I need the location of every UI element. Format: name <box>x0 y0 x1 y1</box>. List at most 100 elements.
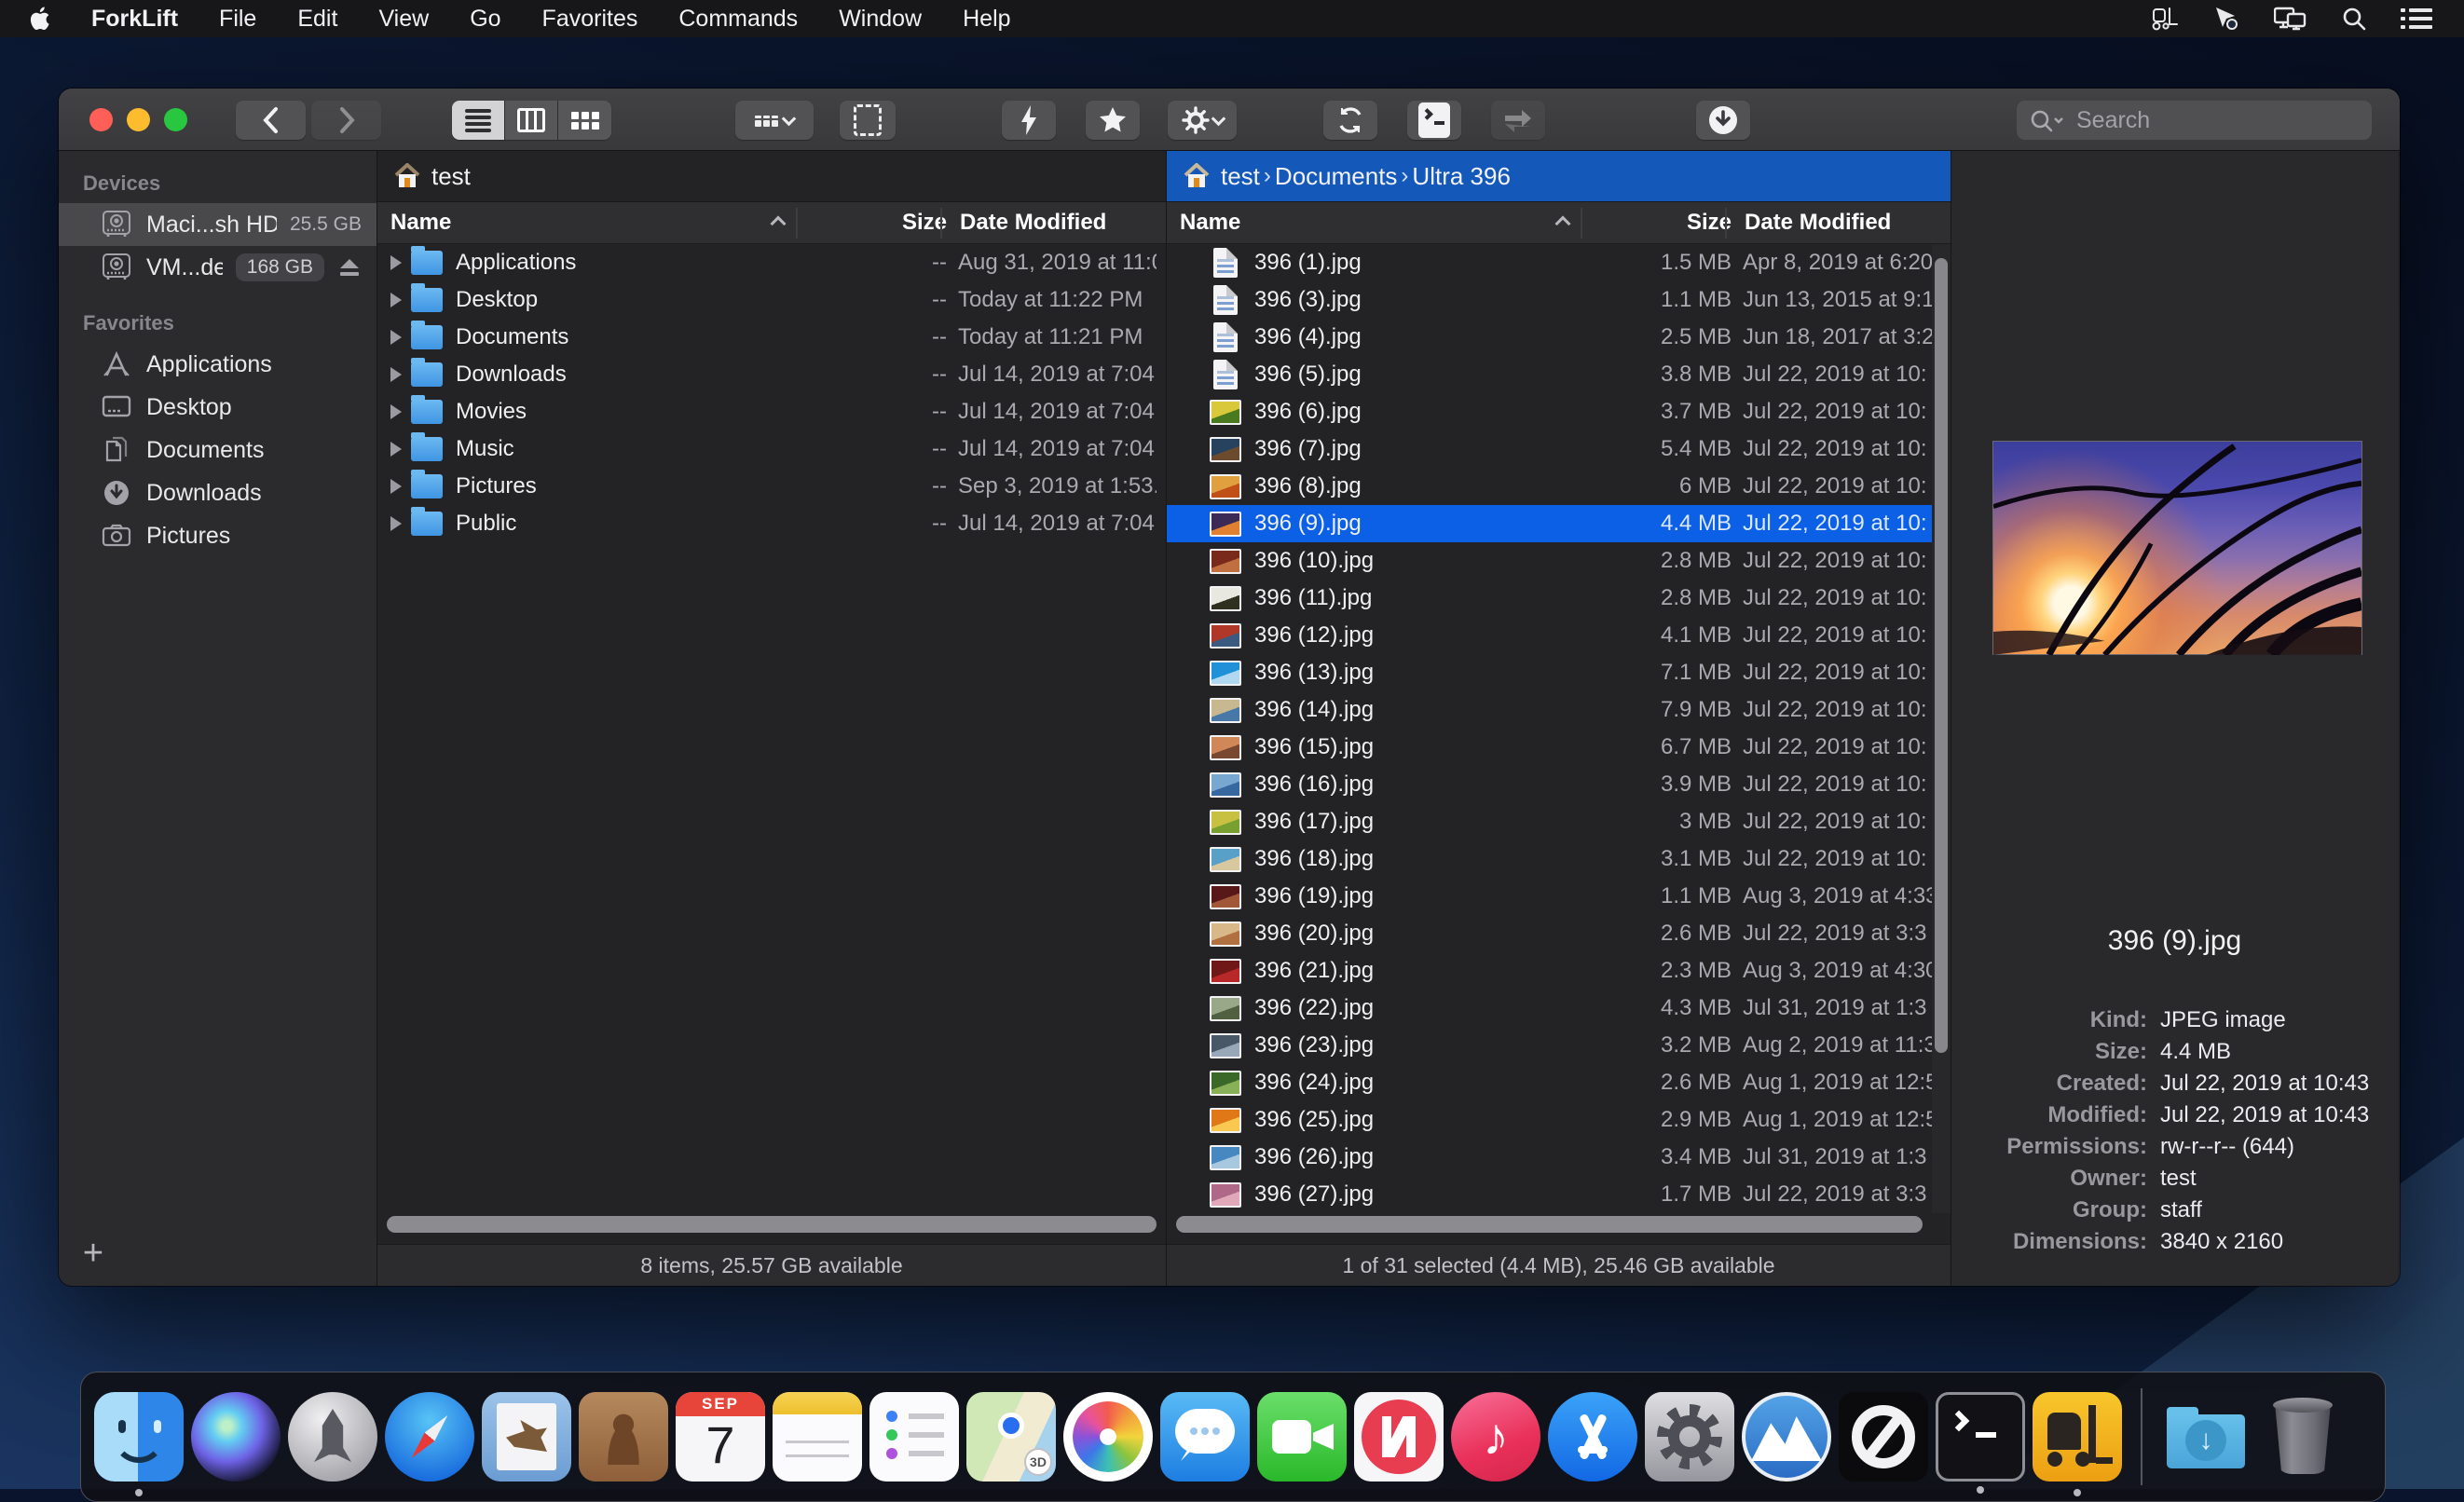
dock-forklift-icon[interactable] <box>2033 1392 2122 1482</box>
column-header-size[interactable]: Size <box>807 210 947 236</box>
file-row[interactable]: 396 (23).jpg3.2 MBAug 2, 2019 at 11:3 <box>1167 1027 1951 1064</box>
file-row[interactable]: 396 (10).jpg2.8 MBJul 22, 2019 at 10: <box>1167 542 1951 580</box>
file-row[interactable]: 396 (26).jpg3.4 MBJul 31, 2019 at 1:3 <box>1167 1139 1951 1176</box>
add-favorite-button[interactable]: + <box>77 1239 109 1271</box>
dock-trash-icon[interactable] <box>2258 1392 2348 1482</box>
dock-notes-icon[interactable] <box>773 1392 862 1482</box>
folder-row[interactable]: Documents--Today at 11:21 PM <box>377 319 1166 356</box>
file-row[interactable]: 396 (7).jpg5.4 MBJul 22, 2019 at 10: <box>1167 430 1951 468</box>
actions-button[interactable] <box>1168 101 1237 140</box>
horizontal-scrollbar[interactable] <box>1176 1216 1923 1233</box>
close-button[interactable] <box>89 108 113 131</box>
menu-view[interactable]: View <box>378 6 429 33</box>
dock-maps-icon[interactable]: 3D <box>966 1392 1056 1482</box>
terminal-button[interactable] <box>1407 101 1461 140</box>
forward-button[interactable] <box>311 101 381 140</box>
file-row[interactable]: 396 (17).jpg3 MBJul 22, 2019 at 10: <box>1167 803 1951 840</box>
left-path-bar[interactable]: test <box>377 151 1166 202</box>
dock-peaks-icon[interactable] <box>1742 1392 1831 1482</box>
dock-downloads-folder-icon[interactable]: ↓ <box>2161 1392 2251 1482</box>
file-row[interactable]: 396 (13).jpg7.1 MBJul 22, 2019 at 10: <box>1167 654 1951 691</box>
file-row[interactable]: 396 (4).jpg2.5 MBJun 18, 2017 at 3:2 <box>1167 319 1951 356</box>
dock-itunes-icon[interactable]: ♪ <box>1451 1392 1540 1482</box>
favorites-button[interactable] <box>1086 101 1140 140</box>
dock-launchpad-icon[interactable] <box>288 1392 377 1482</box>
file-row[interactable]: 396 (22).jpg4.3 MBJul 31, 2019 at 1:3 <box>1167 990 1951 1027</box>
menu-app-name[interactable]: ForkLift <box>91 6 178 33</box>
back-button[interactable] <box>236 101 306 140</box>
file-row[interactable]: 396 (8).jpg6 MBJul 22, 2019 at 10: <box>1167 468 1951 505</box>
dock-appstore-icon[interactable] <box>1548 1392 1637 1482</box>
search-input[interactable] <box>2017 101 2372 140</box>
list-menu-icon[interactable] <box>2401 7 2432 31</box>
icon-view-button[interactable] <box>558 101 611 140</box>
spotlight-icon[interactable] <box>2341 6 2367 32</box>
menu-file[interactable]: File <box>219 6 256 33</box>
horizontal-scrollbar[interactable] <box>387 1216 1157 1233</box>
forklift-menu-icon[interactable] <box>2151 6 2179 32</box>
eject-icon[interactable] <box>337 257 362 278</box>
dock-calendar-icon[interactable]: SEP7 <box>676 1392 765 1482</box>
select-button[interactable] <box>840 101 896 140</box>
column-view-button[interactable] <box>505 101 558 140</box>
sync-button[interactable] <box>1323 101 1377 140</box>
folder-row[interactable]: Pictures--Sep 3, 2019 at 1:53... <box>377 468 1166 505</box>
folder-row[interactable]: Applications--Aug 31, 2019 at 11:0. <box>377 244 1166 281</box>
column-header-date[interactable]: Date Modified <box>947 210 1157 236</box>
sidebar-item-downloads[interactable]: Downloads <box>59 471 376 514</box>
sidebar-item-documents[interactable]: Documents <box>59 429 376 471</box>
folder-row[interactable]: Movies--Jul 14, 2019 at 7:04... <box>377 393 1166 430</box>
file-row[interactable]: 396 (25).jpg2.9 MBAug 1, 2019 at 12:5 <box>1167 1101 1951 1139</box>
quick-actions-button[interactable] <box>1002 101 1056 140</box>
file-row[interactable]: 396 (19).jpg1.1 MBAug 3, 2019 at 4:33 <box>1167 878 1951 915</box>
file-row[interactable]: 396 (27).jpg1.7 MBJul 22, 2019 at 3:3 <box>1167 1176 1951 1213</box>
dock-contacts-icon[interactable] <box>579 1392 668 1482</box>
activity-button[interactable] <box>1696 101 1750 140</box>
file-row[interactable]: 396 (16).jpg3.9 MBJul 22, 2019 at 10: <box>1167 766 1951 803</box>
sidebar-item-desktop[interactable]: Desktop <box>59 386 376 429</box>
sidebar-item-applications[interactable]: Applications <box>59 343 376 386</box>
file-row[interactable]: 396 (11).jpg2.8 MBJul 22, 2019 at 10: <box>1167 580 1951 617</box>
menu-window[interactable]: Window <box>839 6 922 33</box>
right-path-bar[interactable]: test›Documents›Ultra 396 <box>1167 151 1951 202</box>
transfer-button[interactable] <box>1491 101 1545 140</box>
menu-edit[interactable]: Edit <box>297 6 337 33</box>
breadcrumb-segment[interactable]: Ultra 396 <box>1412 162 1511 191</box>
file-row[interactable]: 396 (12).jpg4.1 MBJul 22, 2019 at 10: <box>1167 617 1951 654</box>
dock-safari-icon[interactable] <box>385 1392 474 1482</box>
file-row[interactable]: 396 (3).jpg1.1 MBJun 13, 2015 at 9:1 <box>1167 281 1951 319</box>
sidebar-device-volume[interactable]: VM...ders 168 GB <box>59 246 376 289</box>
dock-messages-icon[interactable] <box>1160 1392 1250 1482</box>
file-row[interactable]: 396 (15).jpg6.7 MBJul 22, 2019 at 10: <box>1167 729 1951 766</box>
dock-mail-icon[interactable] <box>482 1392 571 1482</box>
file-row[interactable]: 396 (9).jpg4.4 MBJul 22, 2019 at 10: <box>1167 505 1951 542</box>
file-row[interactable]: 396 (14).jpg7.9 MBJul 22, 2019 at 10: <box>1167 691 1951 729</box>
zoom-button[interactable] <box>164 108 187 131</box>
breadcrumb-segment[interactable]: test <box>1221 162 1260 191</box>
menu-go[interactable]: Go <box>470 6 500 33</box>
dock-finder-icon[interactable] <box>94 1392 184 1482</box>
folder-row[interactable]: Downloads--Jul 14, 2019 at 7:04... <box>377 356 1166 393</box>
column-header-name[interactable]: Name <box>377 210 807 236</box>
folder-row[interactable]: Public--Jul 14, 2019 at 7:04... <box>377 505 1166 542</box>
apple-menu-icon[interactable] <box>28 6 50 32</box>
dock-terminal-icon[interactable] <box>1936 1392 2025 1482</box>
disclosure-triangle-icon[interactable] <box>390 255 402 270</box>
column-header-date[interactable]: Date Modified <box>1732 210 1941 236</box>
menu-help[interactable]: Help <box>963 6 1010 33</box>
column-header-size[interactable]: Size <box>1592 210 1732 236</box>
dock-facetime-icon[interactable] <box>1257 1392 1347 1482</box>
dock-reminders-icon[interactable] <box>869 1392 959 1482</box>
breadcrumb-segment[interactable]: test <box>431 162 471 191</box>
dock-news-icon[interactable] <box>1354 1392 1444 1482</box>
file-row[interactable]: 396 (1).jpg1.5 MBApr 8, 2019 at 6:20 <box>1167 244 1951 281</box>
file-row[interactable]: 396 (20).jpg2.6 MBJul 22, 2019 at 3:3 <box>1167 915 1951 952</box>
file-row[interactable]: 396 (21).jpg2.3 MBAug 3, 2019 at 4:30 <box>1167 952 1951 990</box>
file-row[interactable]: 396 (6).jpg3.7 MBJul 22, 2019 at 10: <box>1167 393 1951 430</box>
file-row[interactable]: 396 (5).jpg3.8 MBJul 22, 2019 at 10: <box>1167 356 1951 393</box>
breadcrumb-segment[interactable]: Documents <box>1275 162 1398 191</box>
disclosure-triangle-icon[interactable] <box>390 442 402 457</box>
dock-siri-icon[interactable] <box>191 1392 281 1482</box>
disclosure-triangle-icon[interactable] <box>390 516 402 531</box>
dock-photos-icon[interactable] <box>1063 1392 1153 1482</box>
